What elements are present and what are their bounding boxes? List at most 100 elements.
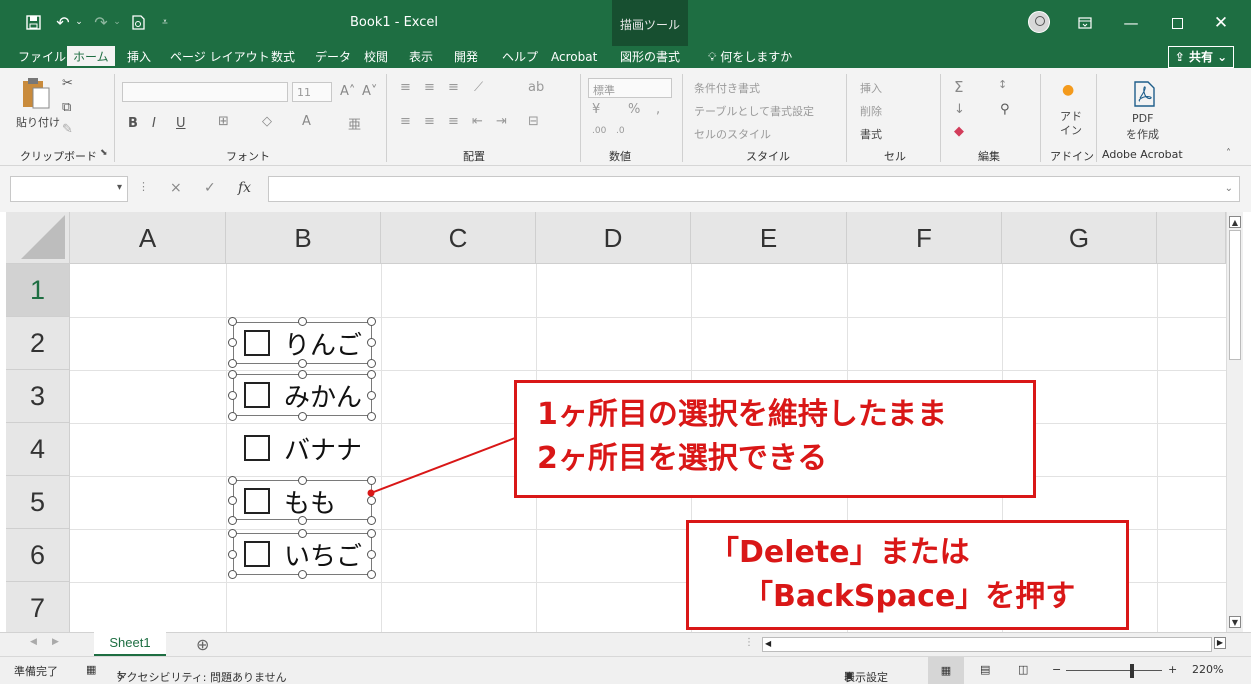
increase-indent-icon[interactable]: ⇥ bbox=[496, 114, 507, 129]
zoom-level[interactable]: 220% bbox=[1192, 663, 1223, 676]
addins-button-label[interactable]: アド イン bbox=[1060, 110, 1082, 138]
wrap-text-icon[interactable]: ab bbox=[528, 80, 544, 95]
zoom-slider-thumb[interactable] bbox=[1130, 664, 1134, 678]
fill-icon[interactable]: ↓ bbox=[954, 102, 965, 117]
account-avatar-icon[interactable] bbox=[1028, 11, 1050, 33]
macro-record-icon[interactable]: ▦ bbox=[86, 663, 96, 676]
merge-center-icon[interactable]: ⊟ bbox=[528, 114, 539, 129]
tab-home[interactable]: ホーム bbox=[67, 46, 115, 68]
close-icon[interactable]: ✕ bbox=[1206, 10, 1236, 36]
scroll-up-icon[interactable]: ▲ bbox=[1229, 216, 1241, 228]
tab-acrobat[interactable]: Acrobat bbox=[545, 46, 603, 68]
decrease-decimal-icon[interactable]: .0 bbox=[616, 126, 625, 136]
accounting-icon[interactable]: ¥ bbox=[592, 102, 600, 117]
underline-button[interactable]: U bbox=[176, 116, 186, 131]
expand-formula-icon[interactable]: ⌄ bbox=[1225, 183, 1233, 194]
decrease-font-icon[interactable]: A˅ bbox=[362, 84, 377, 99]
page-layout-view-icon[interactable]: ▤ bbox=[980, 663, 990, 676]
tab-insert[interactable]: 挿入 bbox=[121, 46, 157, 68]
sort-filter-icon[interactable]: ↕ bbox=[998, 78, 1007, 91]
formula-input[interactable]: ⌄ bbox=[268, 176, 1240, 202]
tab-file[interactable]: ファイル bbox=[12, 46, 72, 68]
insert-cells-button[interactable]: 挿入 bbox=[860, 80, 882, 96]
copy-icon[interactable]: ⧉ bbox=[62, 100, 71, 115]
name-box[interactable]: ▾ bbox=[10, 176, 128, 202]
zoom-in-button[interactable]: + bbox=[1168, 663, 1177, 676]
vertical-scrollbar[interactable]: ▲ ▼ bbox=[1226, 212, 1243, 632]
print-preview-icon[interactable] bbox=[128, 10, 148, 34]
format-as-table-button[interactable]: テーブルとして書式設定 bbox=[694, 103, 814, 119]
sheet-tab-sheet1[interactable]: Sheet1 bbox=[94, 632, 166, 656]
border-icon[interactable]: ⊞ bbox=[218, 114, 229, 129]
scroll-right-icon[interactable]: ▶ bbox=[1214, 637, 1226, 649]
tab-developer[interactable]: 開発 bbox=[448, 46, 484, 68]
font-color-icon[interactable]: A bbox=[302, 114, 311, 129]
maximize-icon[interactable] bbox=[1162, 10, 1192, 36]
align-bottom-icon[interactable]: ≡ bbox=[448, 80, 459, 95]
tab-page-layout[interactable]: ページ レイアウト bbox=[164, 46, 276, 68]
tab-formulas[interactable]: 数式 bbox=[265, 46, 301, 68]
split-handle-icon[interactable]: ⋮ bbox=[744, 637, 754, 648]
horizontal-scrollbar[interactable]: ◀ bbox=[762, 637, 1212, 652]
conditional-formatting-button[interactable]: 条件付き書式 bbox=[694, 80, 760, 96]
cell-styles-button[interactable]: セルのスタイル bbox=[694, 126, 771, 142]
ribbon-display-icon[interactable] bbox=[1070, 10, 1100, 36]
delete-cells-button[interactable]: 削除 bbox=[860, 103, 882, 119]
format-painter-icon[interactable]: ✎ bbox=[62, 122, 73, 137]
comma-button[interactable]: , bbox=[656, 102, 660, 117]
scroll-left-icon[interactable]: ◀ bbox=[765, 639, 771, 648]
enter-icon[interactable]: ✓ bbox=[204, 180, 216, 196]
phonetic-icon[interactable]: 亜 bbox=[348, 114, 361, 133]
cut-icon[interactable]: ✂ bbox=[62, 76, 73, 91]
redo-dropdown-icon[interactable]: ⌄ bbox=[112, 10, 122, 34]
collapse-ribbon-icon[interactable]: ˄ bbox=[1226, 148, 1231, 159]
font-size-select[interactable]: 11 bbox=[292, 82, 332, 102]
normal-view-icon[interactable]: ▦ bbox=[928, 657, 964, 684]
undo-icon[interactable]: ↶ bbox=[52, 10, 74, 34]
addins-icon[interactable]: ● bbox=[1062, 82, 1074, 98]
customize-qat-icon[interactable]: ⩡ bbox=[158, 10, 172, 34]
prev-sheet-icon[interactable]: ◀ bbox=[30, 637, 37, 647]
name-box-dropdown-icon[interactable]: ▾ bbox=[117, 182, 122, 193]
align-top-icon[interactable]: ≡ bbox=[400, 80, 411, 95]
add-sheet-icon[interactable]: ⊕ bbox=[196, 635, 209, 654]
save-icon[interactable] bbox=[22, 10, 44, 34]
italic-button[interactable]: I bbox=[152, 116, 156, 131]
tab-help[interactable]: ヘルプ bbox=[496, 46, 544, 68]
redo-icon[interactable]: ↷ bbox=[90, 10, 112, 34]
scroll-thumb[interactable] bbox=[1229, 230, 1241, 360]
increase-decimal-icon[interactable]: .00 bbox=[592, 126, 606, 136]
align-right-icon[interactable]: ≡ bbox=[448, 114, 459, 129]
percent-button[interactable]: % bbox=[628, 102, 640, 117]
paste-button[interactable]: 貼り付け bbox=[14, 76, 60, 140]
undo-dropdown-icon[interactable]: ⌄ bbox=[74, 10, 84, 34]
align-middle-icon[interactable]: ≡ bbox=[424, 80, 435, 95]
decrease-indent-icon[interactable]: ⇤ bbox=[472, 114, 483, 129]
share-button[interactable]: ⇪ 共有 ⌄ bbox=[1168, 46, 1234, 68]
clear-icon[interactable]: ◆ bbox=[954, 124, 964, 139]
scroll-down-icon[interactable]: ▼ bbox=[1229, 616, 1241, 628]
minimize-icon[interactable]: — bbox=[1116, 10, 1146, 36]
align-left-icon[interactable]: ≡ bbox=[400, 114, 411, 129]
zoom-out-button[interactable]: − bbox=[1052, 663, 1061, 676]
zoom-slider-track[interactable] bbox=[1066, 670, 1162, 671]
clipboard-launcher-icon[interactable]: ⬊ bbox=[100, 148, 108, 158]
tab-review[interactable]: 校閲 bbox=[358, 46, 394, 68]
find-select-icon[interactable]: ⚲ bbox=[1000, 102, 1010, 117]
tab-view[interactable]: 表示 bbox=[403, 46, 439, 68]
next-sheet-icon[interactable]: ▶ bbox=[52, 637, 59, 647]
cancel-icon[interactable]: × bbox=[170, 180, 182, 196]
font-name-select[interactable] bbox=[122, 82, 288, 102]
orientation-icon[interactable]: ⟋ bbox=[474, 80, 483, 95]
tell-me-search[interactable]: 💡︎ 何をしますか bbox=[702, 46, 798, 68]
tab-data[interactable]: データ bbox=[309, 46, 357, 68]
bold-button[interactable]: B bbox=[128, 116, 138, 131]
number-format-select[interactable]: 標準 bbox=[588, 78, 672, 98]
align-center-icon[interactable]: ≡ bbox=[424, 114, 435, 129]
autosum-icon[interactable]: Σ bbox=[954, 78, 963, 96]
page-break-view-icon[interactable]: ◫ bbox=[1018, 663, 1028, 676]
fill-color-icon[interactable]: ◇ bbox=[262, 114, 272, 129]
insert-function-icon[interactable]: fx bbox=[238, 180, 251, 196]
create-pdf-icon[interactable] bbox=[1132, 80, 1158, 108]
tab-shape-format[interactable]: 図形の書式 bbox=[614, 46, 686, 68]
